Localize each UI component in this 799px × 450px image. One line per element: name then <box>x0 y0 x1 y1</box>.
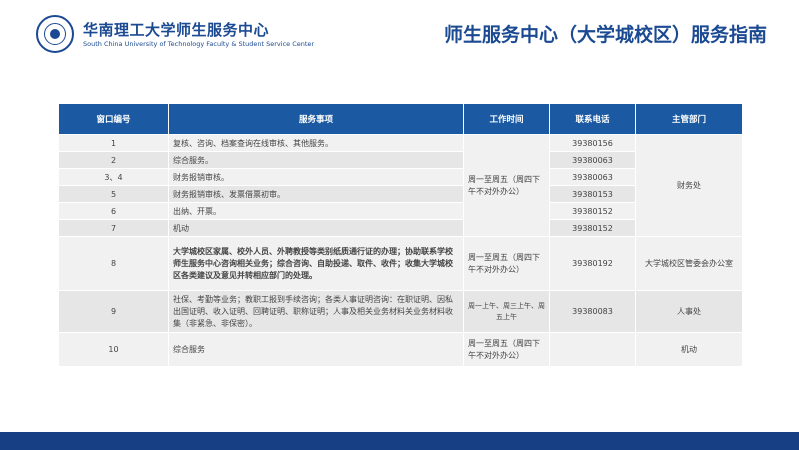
service-item: 财务报销审核、发票借票初审。 <box>168 185 464 203</box>
table-row: 10 综合服务 周一至周五（周四下午不对外办公） 机动 <box>58 332 743 367</box>
window-no: 10 <box>58 332 169 367</box>
window-no: 9 <box>58 290 169 333</box>
table-header-row: 窗口编号 服务事项 工作时间 联系电话 主管部门 <box>58 103 743 135</box>
service-item: 社保、考勤等业务；教职工报到手续咨询；各类人事证明咨询：在职证明、因私出国证明、… <box>168 290 464 333</box>
header-service: 服务事项 <box>168 103 464 135</box>
page-title: 师生服务中心（大学城校区）服务指南 <box>443 24 767 46</box>
footer-bar <box>0 432 799 450</box>
phone-number: 39380063 <box>549 168 636 186</box>
service-item: 综合服务 <box>168 332 464 367</box>
phone-number: 39380156 <box>549 134 636 152</box>
window-no: 2 <box>58 151 169 169</box>
window-no: 6 <box>58 202 169 220</box>
department: 财务处 <box>635 134 743 237</box>
service-item: 复核、咨询、档案查询在线审核、其他服务。 <box>168 134 464 152</box>
table-row: 1 复核、咨询、档案查询在线审核、其他服务。 周一至周五（周四下午不对外办公） … <box>58 134 743 237</box>
logo-chinese-name: 华南理工大学师生服务中心 <box>83 21 270 39</box>
work-time: 周一至周五（周四下午不对外办公） <box>463 332 550 367</box>
service-guide-table: 窗口编号 服务事项 工作时间 联系电话 主管部门 1 复核、咨询、档案查询在线审… <box>58 103 743 367</box>
service-item: 综合服务。 <box>168 151 464 169</box>
work-time: 周一上午、周三上午、周五上午 <box>463 290 550 333</box>
phone-number: 39380152 <box>549 219 636 237</box>
window-no: 3、4 <box>58 168 169 186</box>
phone-number <box>549 332 636 367</box>
window-no: 1 <box>58 134 169 152</box>
service-item: 大学城校区家属、校外人员、外聘教授等类别纸质通行证的办理；协助联系学校师生服务中… <box>168 236 464 291</box>
department: 人事处 <box>635 290 743 333</box>
window-no: 7 <box>58 219 169 237</box>
service-item: 财务报销审核。 <box>168 168 464 186</box>
window-no: 8 <box>58 236 169 291</box>
table-row: 9 社保、考勤等业务；教职工报到手续咨询；各类人事证明咨询：在职证明、因私出国证… <box>58 290 743 333</box>
header-work-time: 工作时间 <box>463 103 550 135</box>
window-no: 5 <box>58 185 169 203</box>
phone-number: 39380063 <box>549 151 636 169</box>
phone-number: 39380083 <box>549 290 636 333</box>
header-department: 主管部门 <box>635 103 743 135</box>
university-seal-icon <box>36 15 74 53</box>
logo-english-name: South China University of Technology Fac… <box>83 40 315 48</box>
phone-number: 39380153 <box>549 185 636 203</box>
service-item: 出纳、开票。 <box>168 202 464 220</box>
work-time: 周一至周五（周四下午不对外办公） <box>463 134 550 237</box>
department: 机动 <box>635 332 743 367</box>
phone-number: 39380152 <box>549 202 636 220</box>
header-phone: 联系电话 <box>549 103 636 135</box>
phone-number: 39380192 <box>549 236 636 291</box>
page-header: 华南理工大学师生服务中心 South China University of T… <box>0 0 799 70</box>
table-row: 8 大学城校区家属、校外人员、外聘教授等类别纸质通行证的办理；协助联系学校师生服… <box>58 236 743 291</box>
service-item: 机动 <box>168 219 464 237</box>
work-time: 周一至周五（周四下午不对外办公） <box>463 236 550 291</box>
header-window-no: 窗口编号 <box>58 103 169 135</box>
department: 大学城校区管委会办公室 <box>635 236 743 291</box>
